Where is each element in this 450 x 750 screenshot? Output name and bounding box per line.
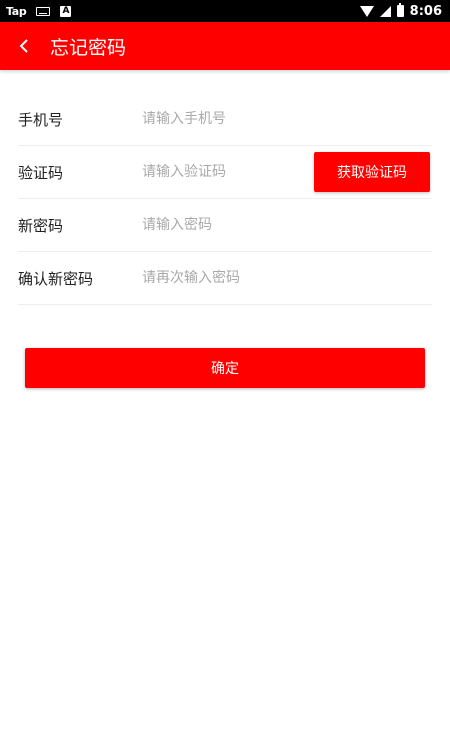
status-bar: Tap A 8:06	[0, 0, 450, 22]
chevron-left-icon	[19, 39, 28, 53]
a-icon: A	[60, 5, 72, 17]
get-code-button[interactable]: 获取验证码	[314, 152, 430, 192]
confirm-password-label: 确认新密码	[18, 269, 94, 288]
signal-icon	[379, 5, 391, 17]
confirm-button[interactable]: 确定	[25, 348, 425, 388]
phone-input[interactable]	[142, 104, 432, 134]
phone-row: 手机号	[18, 93, 432, 146]
new-password-label: 新密码	[18, 216, 64, 235]
status-time: 8:06	[409, 3, 442, 19]
back-button[interactable]	[2, 22, 46, 70]
tap-app-label: Tap	[6, 4, 27, 18]
status-left: Tap A	[6, 4, 72, 18]
confirm-password-row: 确认新密码	[18, 252, 432, 305]
code-label: 验证码	[18, 163, 64, 182]
status-right: 8:06	[359, 3, 442, 19]
wifi-icon	[359, 5, 374, 17]
code-row: 验证码 获取验证码	[18, 146, 432, 199]
keyboard-icon	[36, 6, 51, 16]
forgot-password-form: 手机号 验证码 获取验证码 新密码 确认新密码	[18, 93, 432, 305]
new-password-input[interactable]	[142, 210, 432, 240]
app-bar: 忘记密码	[0, 22, 450, 70]
confirm-password-input[interactable]	[142, 263, 432, 293]
phone-label: 手机号	[18, 110, 64, 129]
battery-icon	[396, 3, 404, 17]
page-title: 忘记密码	[50, 36, 127, 59]
new-password-row: 新密码	[18, 199, 432, 252]
